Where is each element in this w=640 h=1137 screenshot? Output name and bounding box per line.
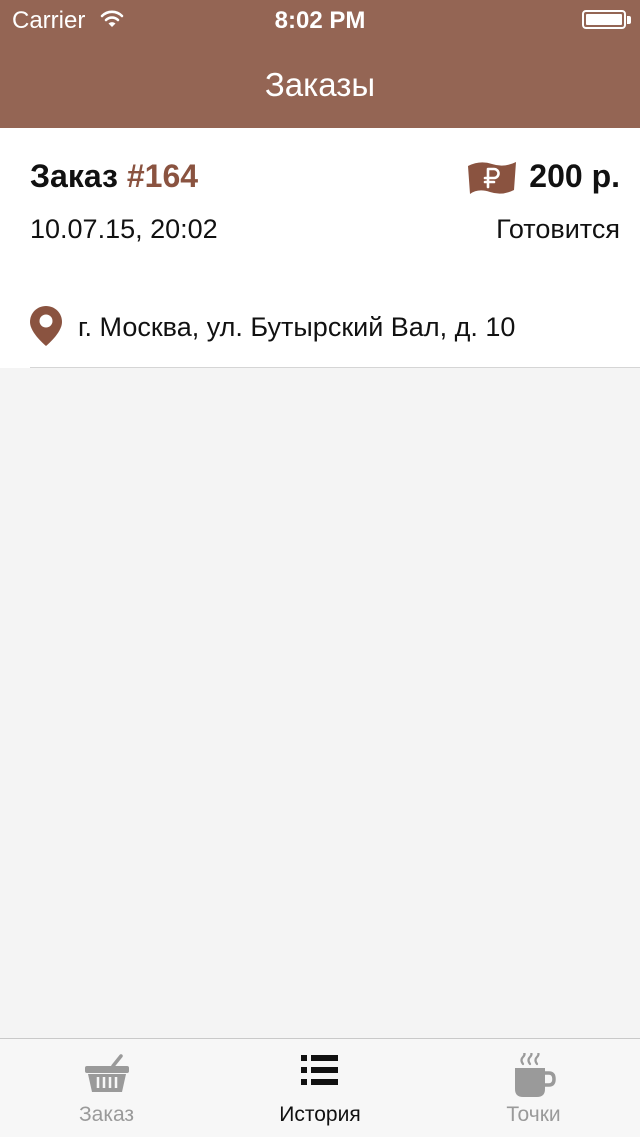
order-address: г. Москва, ул. Бутырский Вал, д. 10	[78, 312, 516, 342]
tab-history[interactable]: История	[213, 1039, 427, 1137]
divider	[30, 367, 640, 368]
order-price: 200 р.	[529, 158, 620, 194]
order-card[interactable]: Заказ #164 200 р. 10.07.15, 20:02 Готови…	[0, 128, 640, 368]
order-status: Готовится	[496, 214, 620, 244]
coffee-cup-icon	[512, 1049, 556, 1104]
navigation-bar: Carrier 8:02 PM Заказы	[0, 0, 640, 128]
location-pin-icon	[28, 304, 64, 353]
tab-points[interactable]: Точки	[427, 1039, 640, 1137]
order-datetime: 10.07.15, 20:02	[30, 214, 218, 244]
order-title-prefix: Заказ	[30, 158, 118, 194]
battery-tip	[627, 16, 631, 24]
tab-points-label: Точки	[506, 1103, 561, 1126]
page-title: Заказы	[264, 66, 376, 103]
basket-icon	[83, 1053, 131, 1100]
tab-bar: Заказ История Точки	[0, 1038, 640, 1137]
order-title: Заказ #164	[30, 158, 198, 195]
tab-history-label: История	[279, 1103, 361, 1126]
tab-order-label: Заказ	[78, 1103, 135, 1126]
status-time: 8:02 PM	[274, 7, 366, 34]
battery-icon	[582, 10, 626, 29]
status-bar: Carrier 8:02 PM	[0, 0, 640, 40]
ruble-banknote-icon	[466, 158, 518, 203]
list-icon	[300, 1053, 340, 1092]
tab-order[interactable]: Заказ	[0, 1039, 213, 1137]
order-number: #164	[126, 158, 199, 194]
